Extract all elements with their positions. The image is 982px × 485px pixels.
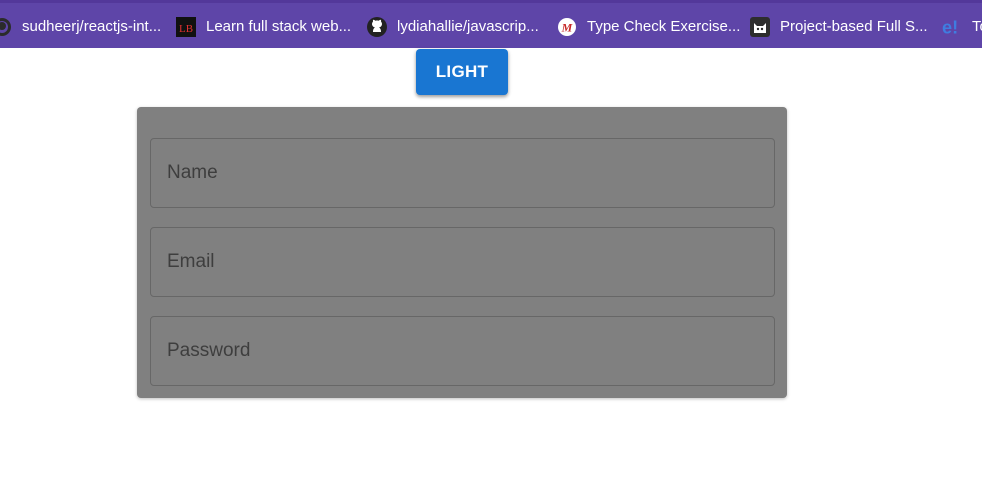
bookmark-project-based-full-stack[interactable]: Project-based Full S... <box>750 3 928 48</box>
cat-logo-icon <box>750 17 770 37</box>
bookmark-label: Learn full stack web... <box>206 18 352 35</box>
bookmarks-bar: sudheerj/reactjs-int... LB Learn full st… <box>0 0 982 48</box>
github-icon <box>0 17 12 37</box>
password-input[interactable] <box>151 317 774 385</box>
svg-text:e!: e! <box>942 17 958 37</box>
bookmark-lydiahallie-javascript[interactable]: lydiahallie/javascrip... <box>367 3 539 48</box>
bookmark-reactjs-interview[interactable]: sudheerj/reactjs-int... <box>0 3 161 48</box>
email-field <box>150 227 775 297</box>
form-card <box>137 107 787 398</box>
theme-toggle-button[interactable]: LIGHT <box>416 49 508 95</box>
e-logo-icon: e! <box>942 17 962 37</box>
lb-logo-icon: LB <box>176 17 196 37</box>
name-field <box>150 138 775 208</box>
bookmark-label: Project-based Full S... <box>780 18 928 35</box>
bookmark-learn-full-stack[interactable]: LB Learn full stack web... <box>176 3 351 48</box>
bookmark-to[interactable]: e! To <box>942 3 982 48</box>
bookmark-label: sudheerj/reactjs-int... <box>22 18 162 35</box>
github-icon <box>367 17 387 37</box>
name-input[interactable] <box>151 139 774 207</box>
m-logo-icon: M <box>557 17 577 37</box>
bookmark-type-check-exercise[interactable]: M Type Check Exercise... <box>557 3 740 48</box>
svg-text:LB: LB <box>179 23 193 35</box>
svg-text:M: M <box>561 21 573 35</box>
bookmark-label: To <box>972 18 982 35</box>
bookmark-label: Type Check Exercise... <box>587 18 741 35</box>
password-field <box>150 316 775 386</box>
bookmark-label: lydiahallie/javascrip... <box>397 18 539 35</box>
email-input[interactable] <box>151 228 774 296</box>
